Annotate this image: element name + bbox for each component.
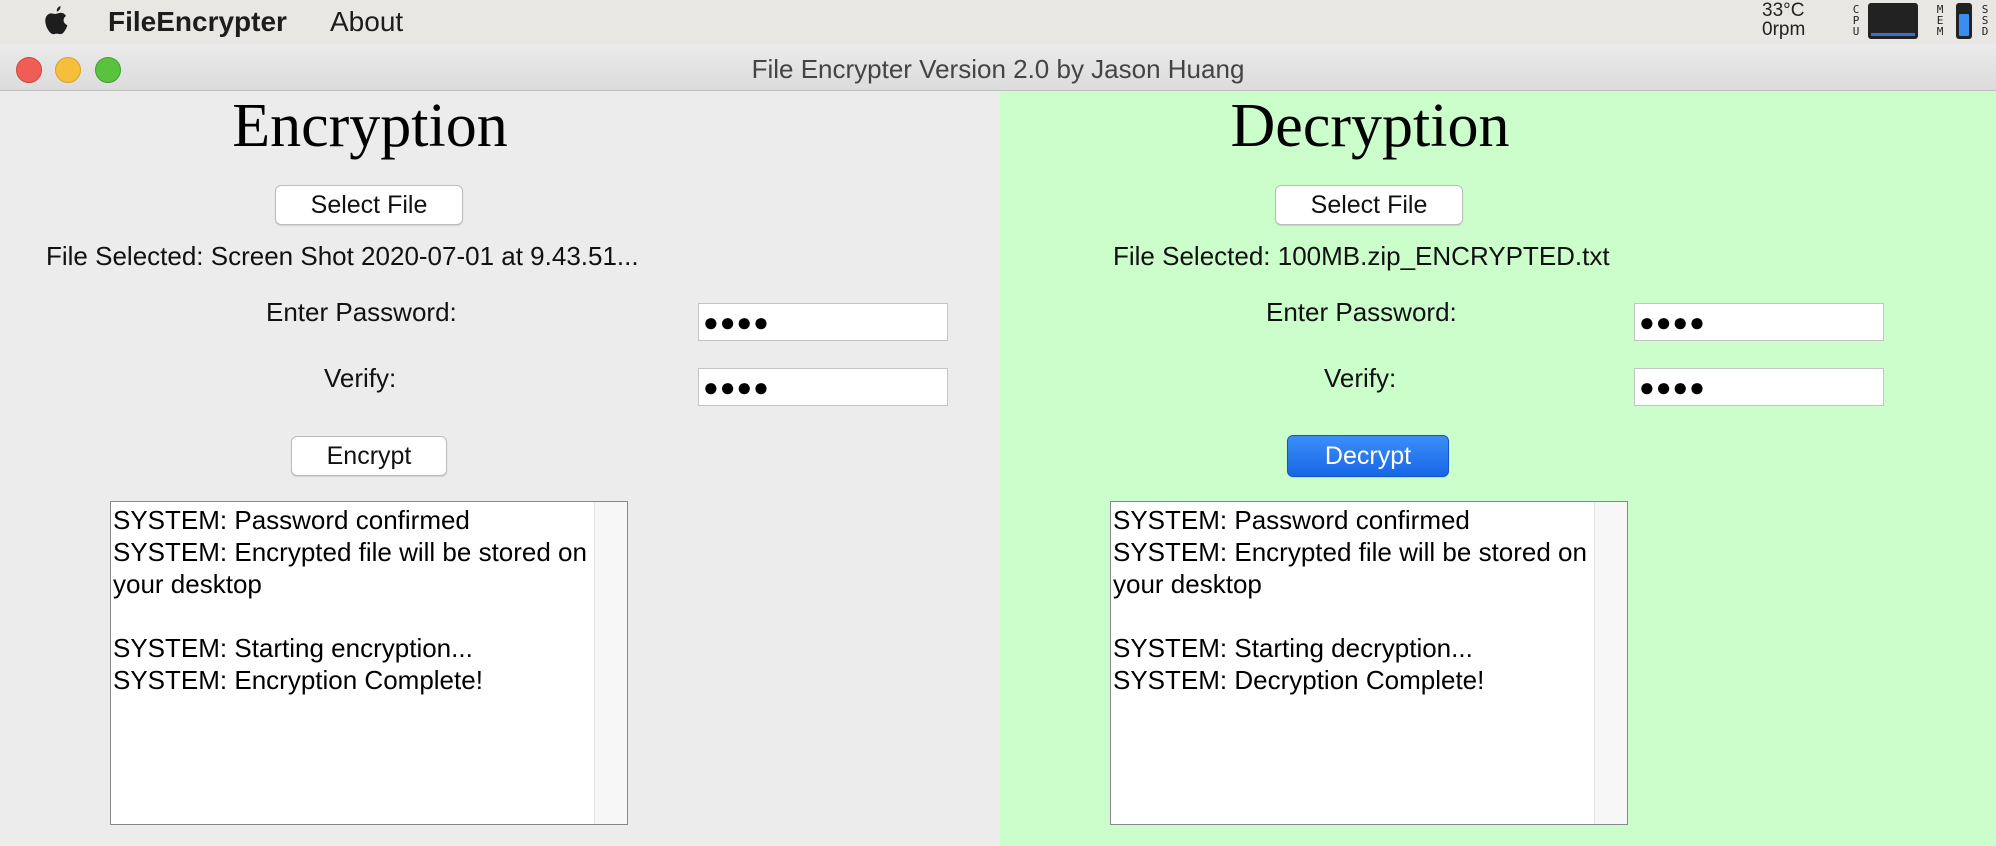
cpu-label: CPU [1850,4,1862,37]
encrypt-log-text: SYSTEM: Password confirmed SYSTEM: Encry… [113,505,587,695]
encrypt-verify-label: Verify: [324,363,397,393]
decrypt-log-area[interactable]: SYSTEM: Password confirmed SYSTEM: Encry… [1110,501,1628,825]
menu-app-name[interactable]: FileEncrypter [108,6,287,38]
encryption-panel: Encryption Select File File Selected: Sc… [0,91,1000,846]
decrypt-verify-field[interactable]: ●●●● [1634,368,1884,406]
encrypt-button[interactable]: Encrypt [291,436,447,476]
encrypt-file-selected-label: File Selected: Screen Shot 2020-07-01 at… [46,241,639,271]
cpu-label-text: CPU [1852,3,1860,38]
mem-label: MEM [1934,4,1946,37]
decrypt-verify-label: Verify: [1324,363,1397,393]
decrypt-password-label: Enter Password: [1266,297,1457,327]
encrypt-select-file-button[interactable]: Select File [275,185,463,225]
decryption-heading: Decryption [1230,92,1510,160]
encryption-heading: Encryption [232,92,508,160]
title-bar[interactable]: File Encrypter Version 2.0 by Jason Huan… [0,44,1996,91]
decrypt-button[interactable]: Decrypt [1287,435,1449,477]
app-window: File Encrypter Version 2.0 by Jason Huan… [0,44,1996,846]
mem-label-text: MEM [1936,3,1944,38]
decryption-panel: Decryption Select File File Selected: 10… [1000,91,1996,846]
encrypt-verify-field[interactable]: ●●●● [698,368,948,406]
encrypt-password-field[interactable]: ●●●● [698,303,948,341]
temperature-readout: 33°C [1762,0,1805,21]
menu-bar: FileEncrypter About 33°C 0rpm CPU MEM SS… [0,0,1996,44]
decrypt-select-file-button[interactable]: Select File [1275,185,1463,225]
decrypt-password-field[interactable]: ●●●● [1634,303,1884,341]
ssd-label: SSD [1980,4,1990,37]
decrypt-log-scrollbar[interactable] [1594,502,1627,824]
memory-gauge[interactable] [1956,3,1972,39]
menu-about[interactable]: About [330,6,403,38]
fan-readout: 0rpm [1762,19,1806,40]
window-title: File Encrypter Version 2.0 by Jason Huan… [751,54,1245,84]
decrypt-file-selected-label: File Selected: 100MB.zip_ENCRYPTED.txt [1113,241,1610,271]
encrypt-log-scrollbar[interactable] [594,502,627,824]
apple-icon[interactable] [40,4,70,38]
encrypt-password-label: Enter Password: [266,297,457,327]
cpu-graph[interactable] [1868,3,1918,39]
ssd-label-text: SSD [1981,4,1989,37]
encrypt-log-area[interactable]: SYSTEM: Password confirmed SYSTEM: Encry… [110,501,628,825]
decrypt-log-text: SYSTEM: Password confirmed SYSTEM: Encry… [1113,505,1587,695]
